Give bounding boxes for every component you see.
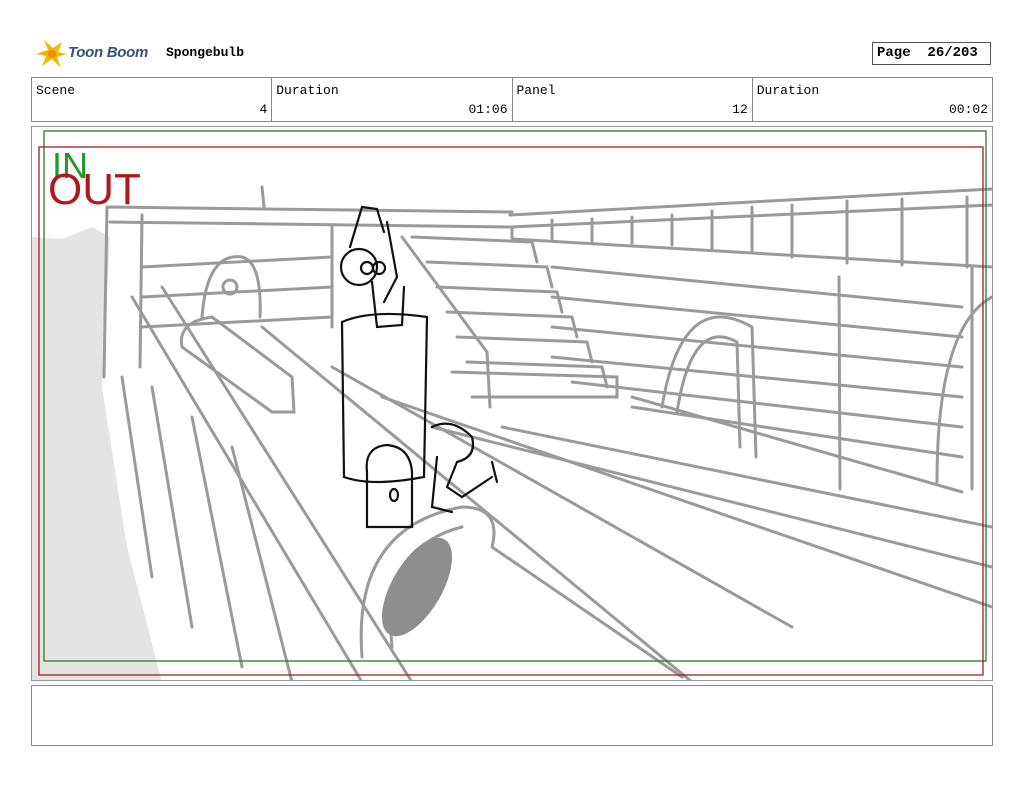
panel-info-row: Scene 4 Duration 01:06 Panel 12 Duration… [31,77,993,122]
panel-duration-value: 00:02 [948,102,988,117]
panel-drawing [32,130,992,680]
panel-value: 12 [732,102,748,117]
project-name: Spongebulb [166,45,245,60]
panel-duration-cell: Duration 00:02 [753,78,992,121]
page-label: Page [877,45,911,61]
rock-shape [32,227,162,680]
storyboard-panel: IN OUT [31,126,993,681]
panel-label: Panel [516,83,556,98]
logo-text: Toon Boom [68,44,149,61]
burst-icon [36,40,67,68]
cannon-mouth [382,537,452,637]
scene-duration-label: Duration [276,83,339,98]
panel-notes [31,685,993,746]
page-number: 26/203 [927,45,978,61]
scene-cell: Scene 4 [32,78,273,121]
ship-deck-lines [102,185,992,680]
character-drawing [339,205,499,529]
panel-cell: Panel 12 [513,78,753,121]
out-frame-label: OUT [48,165,141,214]
scene-duration-value: 01:06 [468,102,508,117]
scene-duration-cell: Duration 01:06 [272,78,513,121]
panel-duration-label: Duration [756,83,820,98]
page-indicator: Page 26/203 [872,42,991,65]
scene-label: Scene [36,83,76,98]
scene-value: 4 [259,102,268,117]
